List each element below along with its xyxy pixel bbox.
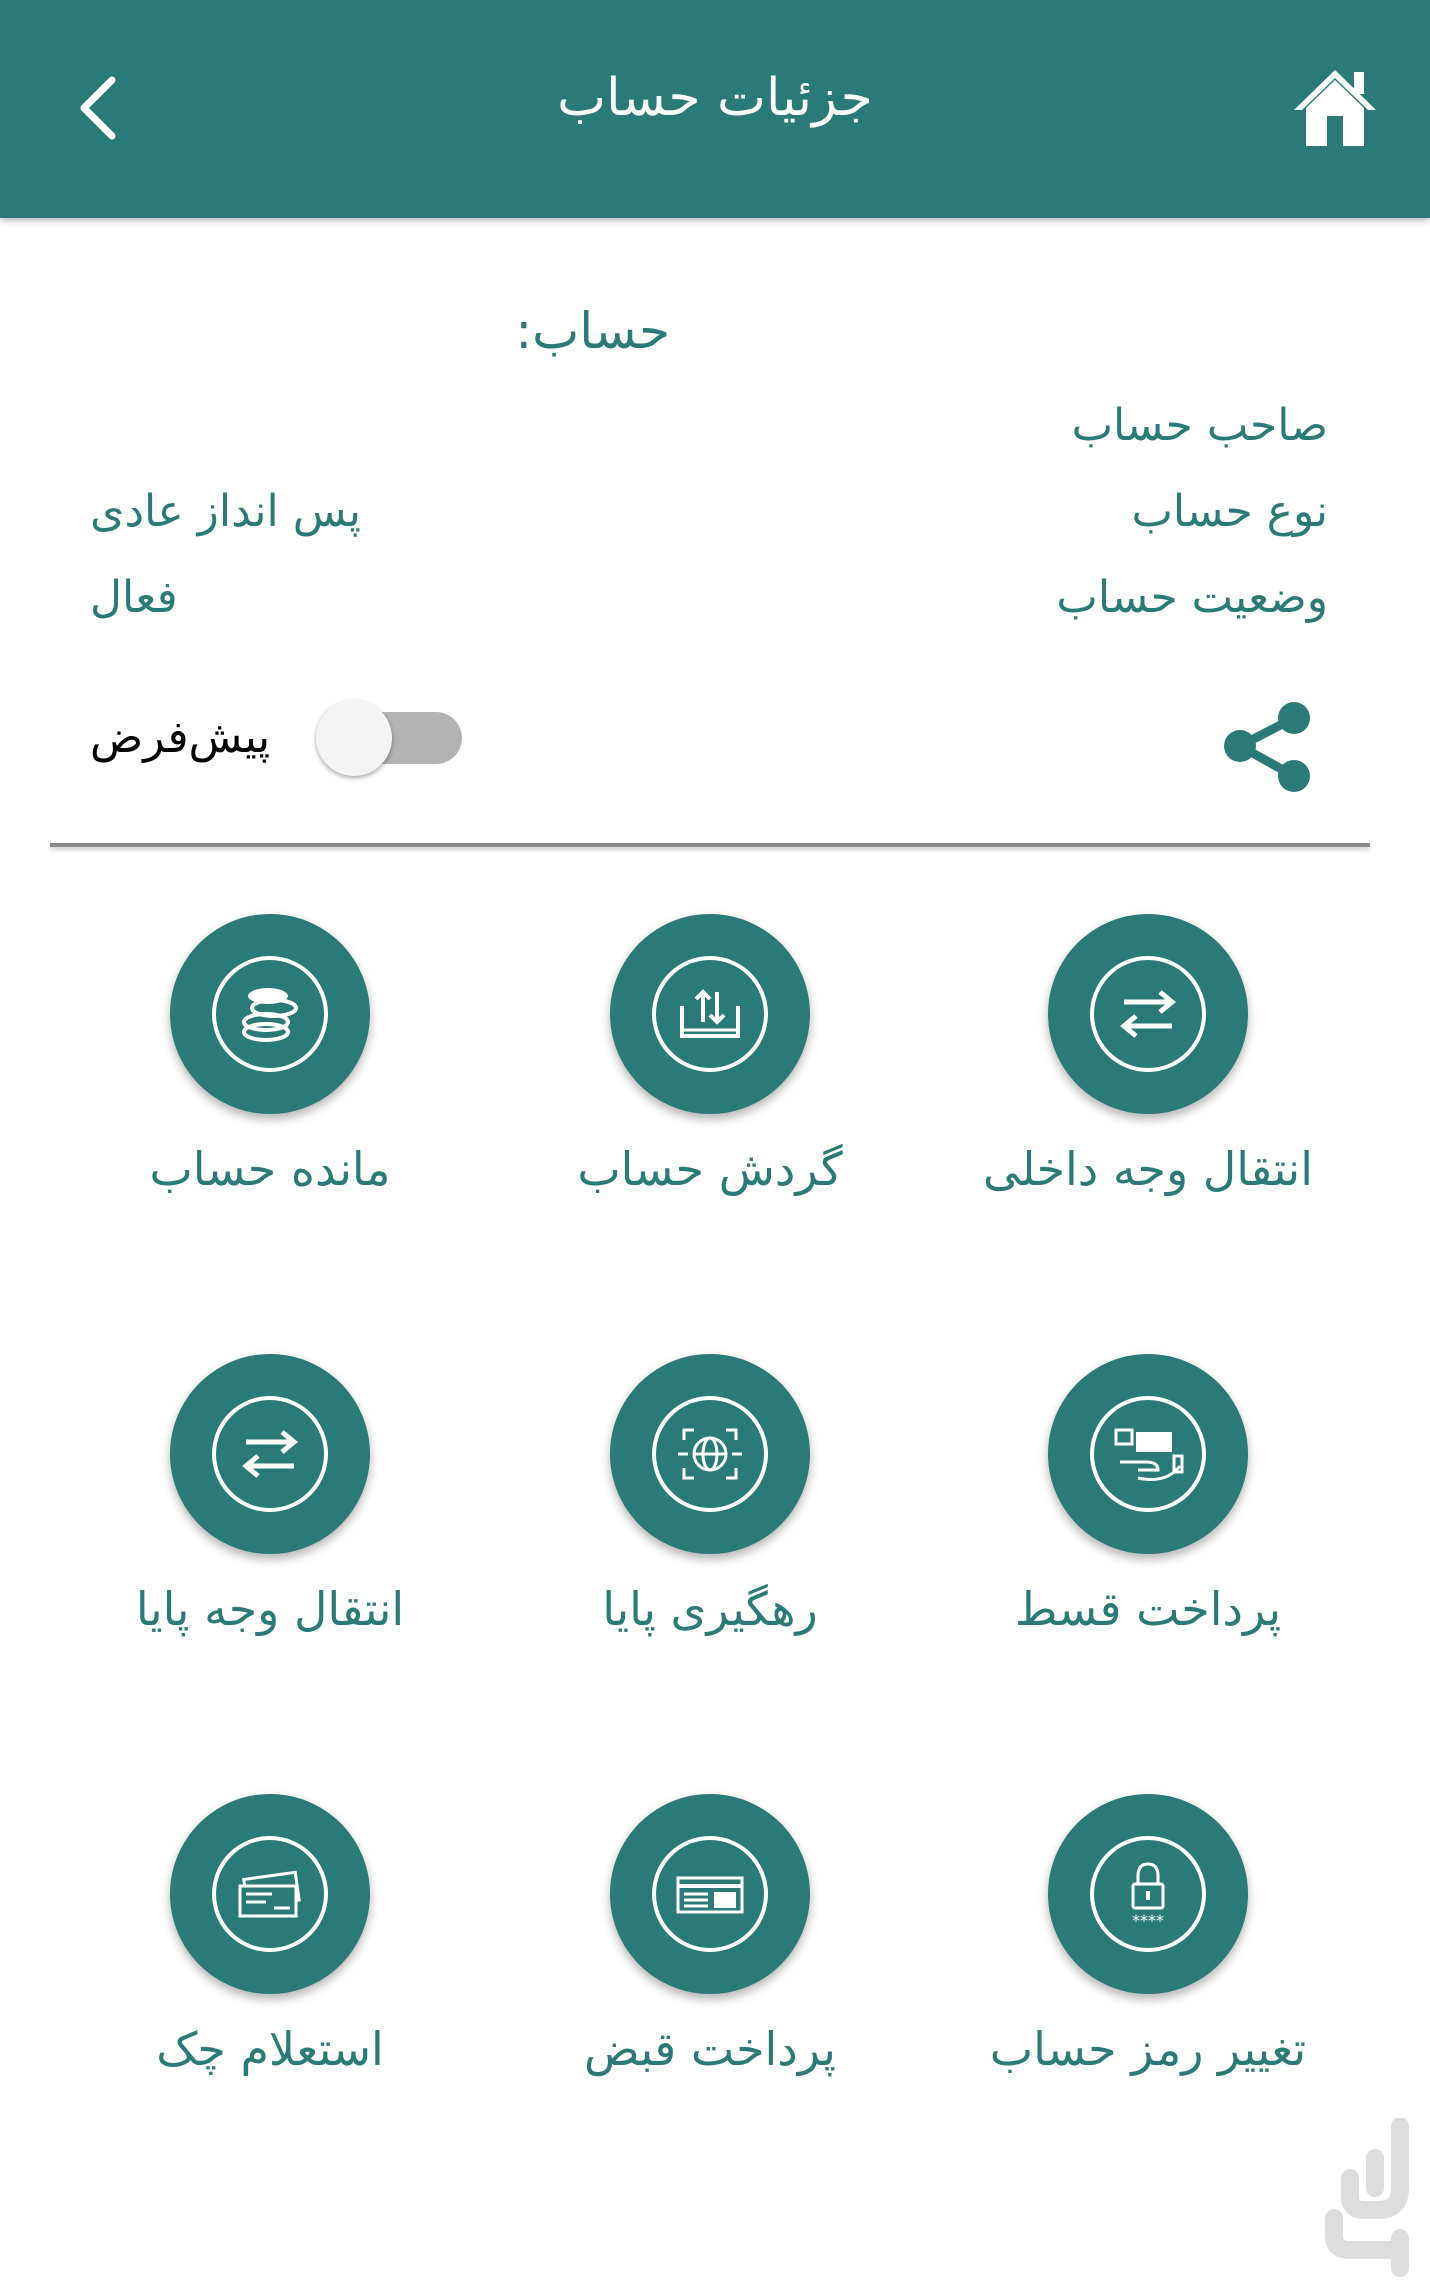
service-label: تغییر رمز حساب [989, 2022, 1307, 2076]
home-icon [1294, 70, 1376, 146]
account-type-label: نوع حساب [1131, 486, 1329, 537]
service-icon-circle [170, 1354, 370, 1554]
service-label: استعلام چک [156, 2022, 384, 2076]
service-cheque-inquiry[interactable]: استعلام چک [60, 1794, 480, 2154]
service-icon-circle [1048, 1354, 1248, 1554]
default-toggle-label: پیش‌فرض [90, 712, 271, 763]
account-owner-label: صاحب حساب [1071, 400, 1328, 451]
service-label: انتقال وجه داخلی [983, 1142, 1313, 1196]
service-account-turnover[interactable]: گردش حساب [500, 914, 920, 1274]
toggle-knob [316, 700, 392, 776]
lock-password-icon: **** [1090, 1836, 1206, 1952]
account-status-label: وضعیت حساب [1056, 572, 1328, 623]
default-toggle[interactable] [316, 700, 472, 776]
account-status-value: فعال [90, 572, 178, 623]
service-label: رهگیری پایا [602, 1582, 818, 1636]
service-icon-circle [610, 1354, 810, 1554]
service-paya-tracking[interactable]: رهگیری پایا [500, 1354, 920, 1714]
service-account-balance[interactable]: مانده حساب [60, 914, 480, 1274]
service-label: مانده حساب [149, 1142, 391, 1196]
service-label: پرداخت قسط [1014, 1582, 1282, 1636]
account-type-value: پس انداز عادی [90, 486, 362, 537]
hand-payment-icon [1090, 1396, 1206, 1512]
home-button[interactable] [1290, 62, 1380, 152]
service-change-password[interactable]: **** تغییر رمز حساب [938, 1794, 1358, 2154]
service-installment-payment[interactable]: پرداخت قسط [938, 1354, 1358, 1714]
bill-icon [652, 1836, 768, 1952]
service-internal-transfer[interactable]: انتقال وجه داخلی [938, 914, 1358, 1274]
service-label: گردش حساب [577, 1142, 843, 1196]
service-icon-circle [610, 914, 810, 1114]
service-label: انتقال وجه پایا [135, 1582, 405, 1636]
service-paya-transfer[interactable]: انتقال وجه پایا [60, 1354, 480, 1714]
service-icon-circle: **** [1048, 1794, 1248, 1994]
page-title: جزئیات حساب [557, 68, 873, 128]
svg-text:****: **** [1132, 1911, 1164, 1930]
section-divider [50, 843, 1370, 847]
account-number-label: حساب: [515, 302, 670, 360]
service-bill-payment[interactable]: پرداخت قبض [500, 1794, 920, 2154]
service-icon-circle [170, 914, 370, 1114]
share-icon [1224, 702, 1310, 792]
cheque-icon [212, 1836, 328, 1952]
service-icon-circle [610, 1794, 810, 1994]
globe-scan-icon [652, 1396, 768, 1512]
share-button[interactable] [1218, 698, 1318, 794]
transfer-arrows-icon [212, 1396, 328, 1512]
watermark-logo [1320, 2117, 1430, 2278]
coins-icon [212, 956, 328, 1072]
upload-tray-icon [652, 956, 768, 1072]
transfer-arrows-icon [1090, 956, 1206, 1072]
service-icon-circle [170, 1794, 370, 1994]
service-label: پرداخت قبض [584, 2022, 836, 2076]
top-app-bar: جزئیات حساب [0, 0, 1430, 218]
service-icon-circle [1048, 914, 1248, 1114]
